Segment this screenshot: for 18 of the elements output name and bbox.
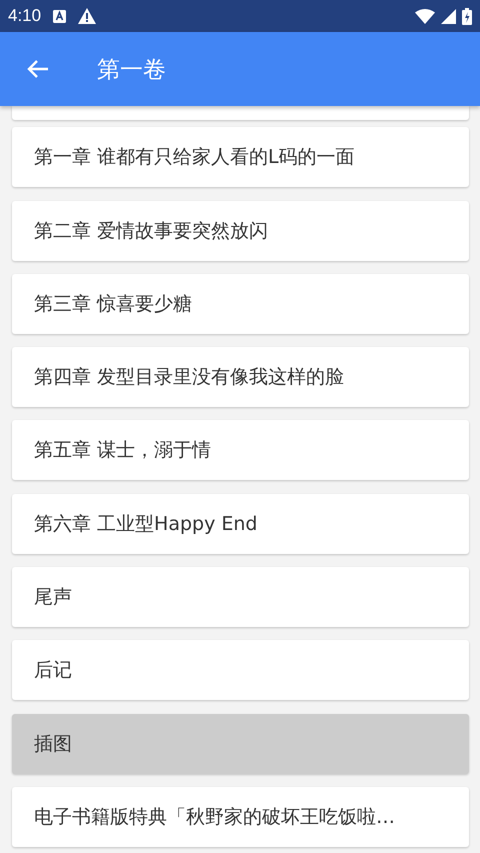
- chapter-item[interactable]: 插图: [12, 714, 469, 774]
- status-time: 4:10: [8, 6, 42, 26]
- back-arrow-icon[interactable]: [27, 59, 49, 79]
- chapter-item[interactable]: 第二章 爱情故事要突然放闪: [12, 200, 469, 261]
- font-icon: [53, 10, 66, 22]
- chapter-item[interactable]: 第六章 工业型Happy End: [12, 494, 469, 554]
- page-title: 第一卷: [97, 56, 166, 84]
- chapter-item[interactable]: 第三章 惊喜要少糖: [12, 274, 469, 334]
- signal-icon: [441, 8, 456, 24]
- chapter-item[interactable]: 第五章 谋士，溺于情: [12, 420, 469, 480]
- chapter-item[interactable]: 电子书籍版特典「秋野家的破坏王吃饭啦…: [12, 786, 469, 847]
- chapter-item[interactable]: 第一章 谁都有只给家人看的L码的一面: [12, 127, 469, 188]
- chapter-item[interactable]: 第四章 发型目录里没有像我这样的脸: [12, 347, 469, 408]
- battery-icon: [462, 8, 472, 24]
- chapter-item[interactable]: 后记: [12, 640, 469, 700]
- wifi-icon: [415, 8, 435, 24]
- chapter-item[interactable]: 尾声: [12, 567, 469, 628]
- warning-icon: [78, 8, 96, 24]
